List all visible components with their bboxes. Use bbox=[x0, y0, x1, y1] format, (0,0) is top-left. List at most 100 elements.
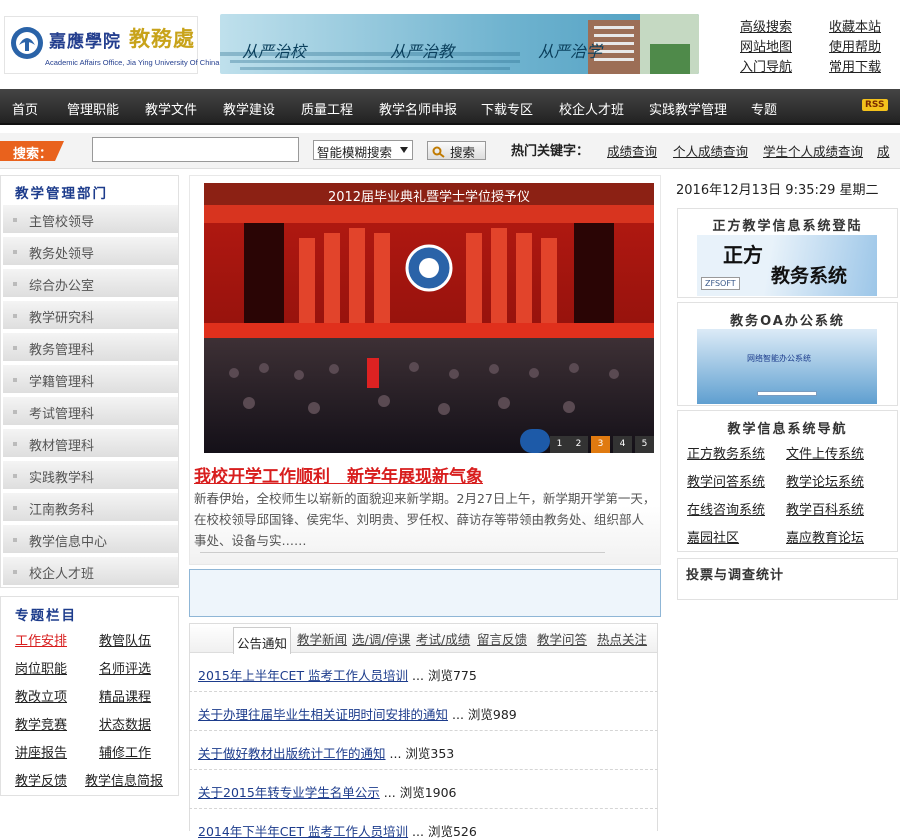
nav-link-edu-forum[interactable]: 嘉应教育论坛 bbox=[786, 527, 864, 546]
bullet-icon bbox=[13, 442, 17, 446]
slideshow-logo-icon bbox=[520, 429, 550, 453]
slideshow-page-4[interactable]: 4 bbox=[613, 436, 632, 453]
vote-panel-title: 投票与调查统计 bbox=[686, 568, 785, 583]
oa-system-banner[interactable]: 网络智能办公系统 bbox=[697, 329, 877, 404]
topic-link[interactable]: 讲座报告 bbox=[15, 742, 67, 761]
sidebar-item-textbooks[interactable]: 教材管理科 bbox=[3, 429, 178, 459]
logo-dept-name: 教務處 bbox=[129, 26, 195, 51]
search-button[interactable]: 搜索 bbox=[427, 141, 486, 160]
zf-system-banner[interactable]: 正方 教务系统 ZFSOFT bbox=[697, 235, 877, 296]
nav-link-zf-system[interactable]: 正方教务系统 bbox=[687, 443, 765, 462]
link-sitemap[interactable]: 网站地图 bbox=[740, 36, 792, 55]
sidebar-item-label: 江南教务科 bbox=[29, 503, 95, 518]
hot-keyword-link[interactable]: 成绩查询 bbox=[607, 141, 657, 160]
sidebar-item-info-center[interactable]: 教学信息中心 bbox=[3, 525, 178, 555]
notice-title-link[interactable]: 关于做好教材出版统计工作的通知 bbox=[198, 746, 386, 761]
nav-item-enterprise-class[interactable]: 校企人才班 bbox=[559, 99, 624, 118]
hot-keyword-link[interactable]: 学生个人成绩查询 bbox=[763, 141, 863, 160]
search-mode-select[interactable]: 智能模糊搜索 bbox=[313, 140, 413, 160]
nav-item-downloads[interactable]: 下载专区 bbox=[481, 99, 533, 118]
rss-icon[interactable]: RSS bbox=[862, 99, 888, 111]
nav-link-wiki[interactable]: 教学百科系统 bbox=[786, 499, 864, 518]
link-downloads[interactable]: 常用下载 bbox=[829, 56, 881, 75]
nav-link-file-upload[interactable]: 文件上传系统 bbox=[786, 443, 864, 462]
notice-views: ... 浏览353 bbox=[389, 746, 455, 761]
topic-link[interactable]: 名师评选 bbox=[99, 658, 151, 677]
notice-row: 关于做好教材出版统计工作的通知 ... 浏览353 bbox=[189, 731, 658, 770]
sidebar-item-research[interactable]: 教学研究科 bbox=[3, 301, 178, 331]
topic-link[interactable]: 教改立项 bbox=[15, 686, 67, 705]
nav-link-community[interactable]: 嘉园社区 bbox=[687, 527, 739, 546]
sidebar-item-label: 主管校领导 bbox=[29, 215, 95, 230]
sidebar-item-exams[interactable]: 考试管理科 bbox=[3, 397, 178, 427]
slideshow-page-3[interactable]: 3 bbox=[591, 436, 610, 453]
nav-item-functions[interactable]: 管理职能 bbox=[67, 99, 119, 118]
topic-link[interactable]: 状态数据 bbox=[99, 714, 151, 733]
tab-exams-scores[interactable]: 考试/成绩 bbox=[416, 629, 470, 648]
sidebar-item-label: 教务管理科 bbox=[29, 343, 95, 358]
bullet-icon bbox=[13, 378, 17, 382]
tab-hot-topics[interactable]: 热点关注 bbox=[597, 629, 647, 648]
bullet-icon bbox=[13, 346, 17, 350]
topic-link[interactable]: 辅修工作 bbox=[99, 742, 151, 761]
headline-title-link[interactable]: 我校开学工作顺利 新学年展现新气象 bbox=[194, 462, 483, 487]
tab-course-changes[interactable]: 选/调/停课 bbox=[352, 629, 410, 648]
slideshow-page-1[interactable]: 1 bbox=[550, 436, 569, 453]
topic-link[interactable]: 岗位职能 bbox=[15, 658, 67, 677]
sidebar-item-practice[interactable]: 实践教学科 bbox=[3, 461, 178, 491]
info-nav-title: 教学信息系统导航 bbox=[727, 422, 848, 437]
nav-item-teaching-construction[interactable]: 教学建设 bbox=[223, 99, 275, 118]
sidebar-item-jiangnan[interactable]: 江南教务科 bbox=[3, 493, 178, 523]
notice-row: 2014年下半年CET 监考工作人员培训 ... 浏览526 bbox=[189, 809, 658, 839]
tab-notices[interactable]: 公告通知 bbox=[233, 627, 291, 654]
slideshow-image[interactable] bbox=[204, 183, 654, 453]
nav-link-online-consult[interactable]: 在线咨询系统 bbox=[687, 499, 765, 518]
tab-qa[interactable]: 教学问答 bbox=[537, 629, 587, 648]
chevron-down-icon bbox=[400, 147, 408, 153]
bullet-icon bbox=[13, 538, 17, 542]
nav-item-quality-project[interactable]: 质量工程 bbox=[301, 99, 353, 118]
sidebar-item-general-office[interactable]: 综合办公室 bbox=[3, 269, 178, 299]
sidebar-item-label: 考试管理科 bbox=[29, 407, 95, 422]
notice-title-link[interactable]: 关于办理往届毕业生相关证明时间安排的通知 bbox=[198, 707, 448, 722]
bullet-icon bbox=[13, 218, 17, 222]
topic-link[interactable]: 工作安排 bbox=[15, 630, 67, 649]
nav-item-home[interactable]: 首页 bbox=[12, 99, 38, 118]
search-input[interactable] bbox=[92, 137, 299, 162]
nav-item-topics[interactable]: 专题 bbox=[751, 99, 777, 118]
topic-link[interactable]: 教学反馈 bbox=[15, 770, 67, 789]
link-bookmark-site[interactable]: 收藏本站 bbox=[829, 16, 881, 35]
sidebar-item-label: 实践教学科 bbox=[29, 471, 95, 486]
tab-feedback[interactable]: 留言反馈 bbox=[477, 629, 527, 648]
topic-link[interactable]: 精品课程 bbox=[99, 686, 151, 705]
nav-link-forum-system[interactable]: 教学论坛系统 bbox=[786, 471, 864, 490]
tab-teaching-news[interactable]: 教学新闻 bbox=[297, 629, 347, 648]
topic-link[interactable]: 教学信息简报 bbox=[85, 770, 163, 789]
sidebar-item-school-leader[interactable]: 主管校领导 bbox=[3, 205, 178, 235]
link-help[interactable]: 使用帮助 bbox=[829, 36, 881, 55]
hot-keyword-link[interactable]: 个人成绩查询 bbox=[673, 141, 748, 160]
link-advanced-search[interactable]: 高级搜索 bbox=[740, 16, 792, 35]
topic-link[interactable]: 教管队伍 bbox=[99, 630, 151, 649]
sidebar-item-office-leader[interactable]: 教务处领导 bbox=[3, 237, 178, 267]
nav-item-famous-teacher[interactable]: 教学名师申报 bbox=[379, 99, 457, 118]
link-getting-started[interactable]: 入门导航 bbox=[740, 56, 792, 75]
notice-views: ... 浏览775 bbox=[412, 668, 477, 683]
notice-title-link[interactable]: 2015年上半年CET 监考工作人员培训 bbox=[198, 668, 408, 683]
topic-link[interactable]: 教学竞赛 bbox=[15, 714, 67, 733]
slideshow-page-2[interactable]: 2 bbox=[569, 436, 588, 453]
nav-link-qa-system[interactable]: 教学问答系统 bbox=[687, 471, 765, 490]
topics-panel-title: 专题栏目 bbox=[15, 608, 77, 624]
nav-item-teaching-docs[interactable]: 教学文件 bbox=[145, 99, 197, 118]
hot-keyword-link[interactable]: 成 bbox=[877, 141, 890, 160]
zfsoft-logo: ZFSOFT bbox=[701, 277, 740, 290]
nav-item-practice-teaching[interactable]: 实践教学管理 bbox=[649, 99, 727, 118]
slideshow-page-5[interactable]: 5 bbox=[635, 436, 654, 453]
notice-title-link[interactable]: 关于2015年转专业学生名单公示 bbox=[198, 785, 380, 800]
site-logo[interactable]: 嘉應學院 教務處 Academic Affairs Office, Jia Yi… bbox=[4, 16, 219, 74]
sidebar-item-registry[interactable]: 学籍管理科 bbox=[3, 365, 178, 395]
bullet-icon bbox=[13, 410, 17, 414]
notice-title-link[interactable]: 2014年下半年CET 监考工作人员培训 bbox=[198, 824, 408, 839]
sidebar-item-academic-admin[interactable]: 教务管理科 bbox=[3, 333, 178, 363]
sidebar-item-enterprise-class[interactable]: 校企人才班 bbox=[3, 557, 178, 587]
